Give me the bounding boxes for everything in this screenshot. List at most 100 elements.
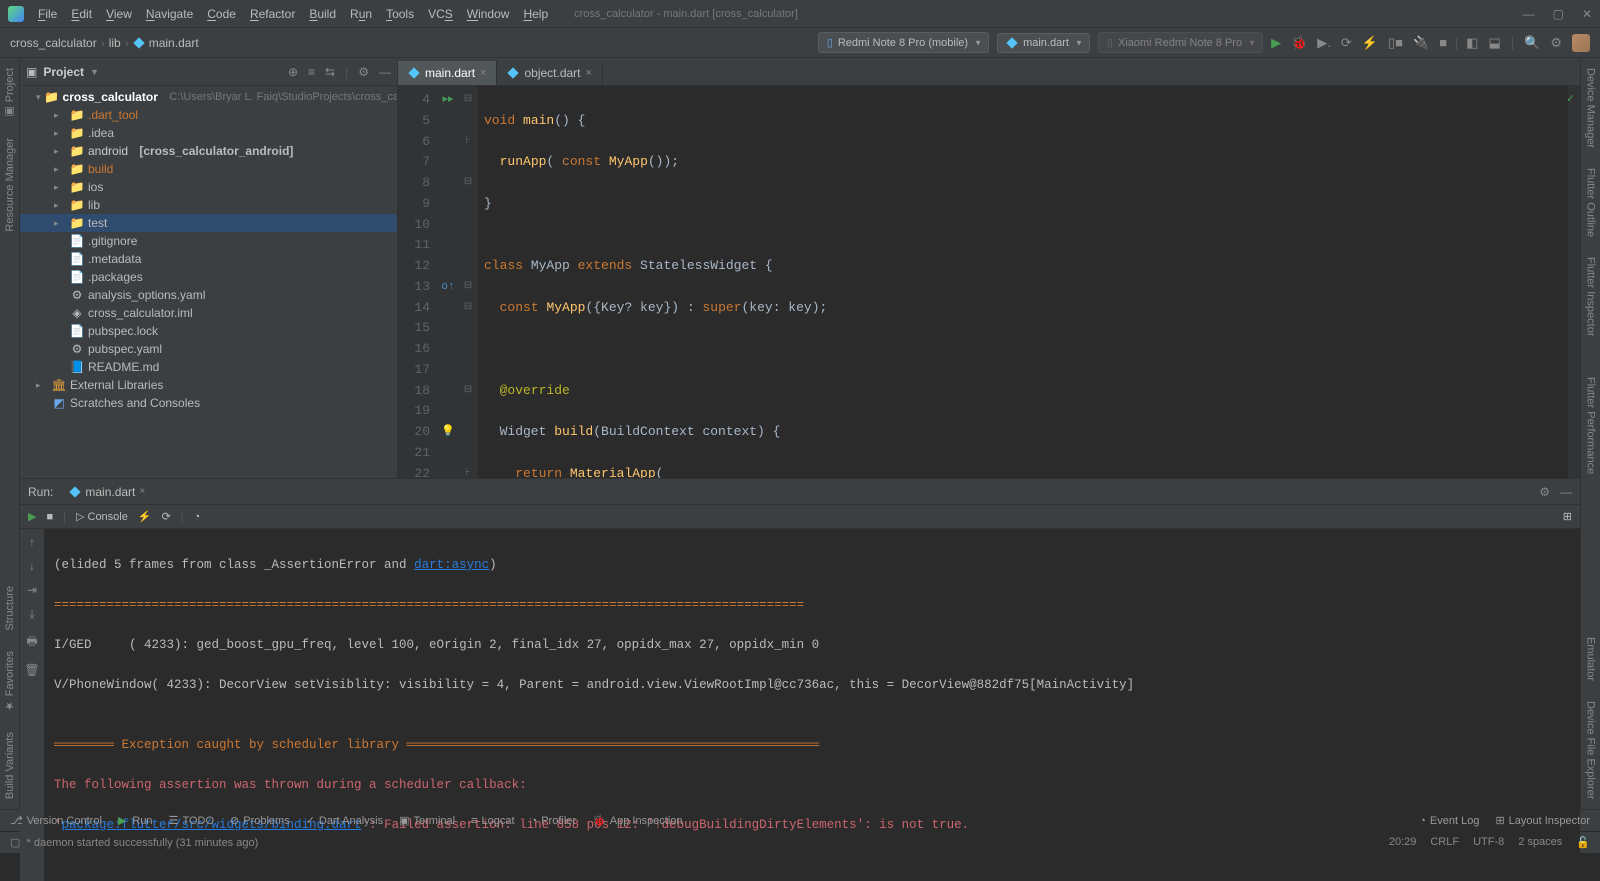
status-encoding[interactable]: UTF-8 xyxy=(1473,836,1504,849)
locate-button[interactable]: ⊕ xyxy=(288,65,298,79)
console-tab[interactable]: ▷ Console xyxy=(76,510,128,523)
code-area[interactable]: 4567891011121314151617181920212223 ▸▸o↑💡… xyxy=(398,86,1580,478)
tree-scratches[interactable]: ◩Scratches and Consoles xyxy=(20,394,397,412)
error-stripe[interactable]: ✓ xyxy=(1568,86,1580,478)
tree-item[interactable]: ▸📁.dart_tool xyxy=(20,106,397,124)
menu-run[interactable]: Run xyxy=(344,3,378,25)
tree-root[interactable]: ▾📁 cross_calculator C:\Users\Bryar L. Fa… xyxy=(20,88,397,106)
tree-item[interactable]: ▸📁ios xyxy=(20,178,397,196)
menu-build[interactable]: Build xyxy=(303,3,342,25)
tool-build-variants[interactable]: Build Variants xyxy=(4,732,16,799)
run-again-button[interactable]: ▶ xyxy=(28,510,36,523)
minimize-button[interactable]: — xyxy=(1523,7,1535,21)
dropdown-icon[interactable]: ▼ xyxy=(90,67,99,77)
menu-refactor[interactable]: Refactor xyxy=(244,3,301,25)
tree-item[interactable]: 📄.packages xyxy=(20,268,397,286)
crumb-project[interactable]: cross_calculator xyxy=(10,36,97,50)
tool-resource-manager[interactable]: Resource Manager xyxy=(4,138,16,232)
layout-icon[interactable]: ⊞ xyxy=(1563,511,1572,523)
maximize-button[interactable]: ▢ xyxy=(1553,7,1564,21)
tool-todo[interactable]: ☰ TODO xyxy=(169,814,214,827)
search-button[interactable]: 🔍 xyxy=(1524,35,1540,51)
tool-flutter-inspector[interactable]: Flutter Inspector xyxy=(1585,257,1597,336)
menu-window[interactable]: Window xyxy=(461,3,516,25)
avatar[interactable] xyxy=(1572,34,1590,52)
menu-code[interactable]: Code xyxy=(201,3,242,25)
status-eol[interactable]: CRLF xyxy=(1430,836,1459,849)
avd-button[interactable]: ◧ xyxy=(1466,35,1478,51)
fold-gutter[interactable]: ⊟⊦⊟⊟⊟⊟⊦ xyxy=(458,86,478,478)
attach-button[interactable]: ▯■ xyxy=(1388,35,1403,51)
run-panel-tab[interactable]: main.dart × xyxy=(63,482,151,502)
flutter-attach-button[interactable]: 🔌 xyxy=(1413,35,1429,51)
tree-item-selected[interactable]: ▸📁test xyxy=(20,214,397,232)
settings-button[interactable]: ⚙ xyxy=(1550,35,1562,51)
close-icon[interactable]: × xyxy=(586,67,592,79)
menu-view[interactable]: View xyxy=(100,3,138,25)
tool-logcat[interactable]: ≡ Logcat xyxy=(471,815,514,827)
link[interactable]: dart:async xyxy=(414,558,489,572)
console-output[interactable]: (elided 5 frames from class _AssertionEr… xyxy=(44,529,1580,881)
tree-item[interactable]: 📄pubspec.lock xyxy=(20,322,397,340)
tree-item[interactable]: ▸📁.idea xyxy=(20,124,397,142)
sdk-button[interactable]: ⬓ xyxy=(1488,35,1500,51)
override-icon[interactable]: o↑ xyxy=(441,277,454,298)
tree-item[interactable]: 📘README.md xyxy=(20,358,397,376)
tool-profiler[interactable]: ◔ Profiler xyxy=(531,815,577,827)
tree-item[interactable]: ⚙analysis_options.yaml xyxy=(20,286,397,304)
scrollbar[interactable] xyxy=(20,470,397,478)
tab-object-dart[interactable]: object.dart × xyxy=(497,61,602,85)
run-gutter-icon[interactable]: ▸▸ xyxy=(442,90,453,111)
tool-device-manager[interactable]: Device Manager xyxy=(1585,68,1597,148)
status-icon[interactable]: ▢ xyxy=(10,836,20,849)
tree-item[interactable]: ▸📁android [cross_calculator_android] xyxy=(20,142,397,160)
tool-event-log[interactable]: ◔ Event Log xyxy=(1419,814,1479,827)
settings-icon[interactable]: ⚙ xyxy=(1539,485,1550,499)
close-icon[interactable]: × xyxy=(480,67,486,79)
hide-button[interactable]: — xyxy=(379,65,391,79)
status-position[interactable]: 20:29 xyxy=(1389,836,1417,849)
tool-device-file-explorer[interactable]: Device File Explorer xyxy=(1585,701,1597,799)
run-button[interactable]: ▶ xyxy=(1271,35,1281,51)
profile-button[interactable]: ⟳ xyxy=(1341,35,1352,51)
hint-icon[interactable]: 💡 xyxy=(441,422,455,443)
print-icon[interactable]: 🖶 xyxy=(26,632,37,653)
menu-tools[interactable]: Tools xyxy=(380,3,420,25)
close-button[interactable]: ✕ xyxy=(1582,7,1592,21)
hot-reload-button[interactable]: ⚡ xyxy=(1362,35,1378,51)
coverage-button[interactable]: ▶. xyxy=(1317,35,1331,51)
tool-problems[interactable]: ⊘ Problems xyxy=(230,814,290,827)
stop-button[interactable]: ■ xyxy=(46,511,53,523)
stop-button[interactable]: ■ xyxy=(1439,35,1447,50)
project-tree[interactable]: ▾📁 cross_calculator C:\Users\Bryar L. Fa… xyxy=(20,86,397,470)
scroll-icon[interactable]: ⤓ xyxy=(29,607,34,622)
tree-item[interactable]: ◈cross_calculator.iml xyxy=(20,304,397,322)
restart-icon[interactable]: ⟳ xyxy=(162,510,171,523)
hot-reload-icon[interactable]: ⚡ xyxy=(138,510,152,523)
menu-vcs[interactable]: VCS xyxy=(422,3,459,25)
wrap-icon[interactable]: ⇥ xyxy=(27,583,37,597)
tool-layout-inspector[interactable]: ⊞ Layout Inspector xyxy=(1495,814,1590,827)
tool-app-inspection[interactable]: 🐞 App Inspection xyxy=(592,814,682,827)
expand-button[interactable]: ≡ xyxy=(308,65,315,79)
tree-item[interactable]: ▸📁build xyxy=(20,160,397,178)
menu-edit[interactable]: Edit xyxy=(65,3,98,25)
crumb-lib[interactable]: lib xyxy=(109,36,121,50)
clear-icon[interactable]: 🗑 xyxy=(24,663,39,677)
tool-project[interactable]: ▣ Project xyxy=(3,68,16,118)
up-icon[interactable]: ↑ xyxy=(29,535,35,549)
tool-emulator[interactable]: Emulator xyxy=(1585,637,1597,681)
device-selector[interactable]: ▯ Redmi Note 8 Pro (mobile)▼ xyxy=(818,32,989,53)
tool-run[interactable]: ▶Run xyxy=(118,814,153,827)
menu-navigate[interactable]: Navigate xyxy=(140,3,199,25)
project-panel-title[interactable]: Project xyxy=(43,65,84,79)
tool-flutter-performance[interactable]: Flutter Performance xyxy=(1585,377,1597,474)
tree-item[interactable]: ⚙pubspec.yaml xyxy=(20,340,397,358)
run-config-selector[interactable]: main.dart▼ xyxy=(997,33,1090,53)
tool-dart-analysis[interactable]: ✓ Dart Analysis xyxy=(306,814,383,827)
tool-structure[interactable]: Structure xyxy=(4,586,16,631)
readonly-icon[interactable]: 🔓 xyxy=(1576,836,1590,849)
tree-item[interactable]: 📄.gitignore xyxy=(20,232,397,250)
settings-icon[interactable]: ⚙ xyxy=(358,65,369,79)
menu-file[interactable]: File xyxy=(32,3,63,25)
